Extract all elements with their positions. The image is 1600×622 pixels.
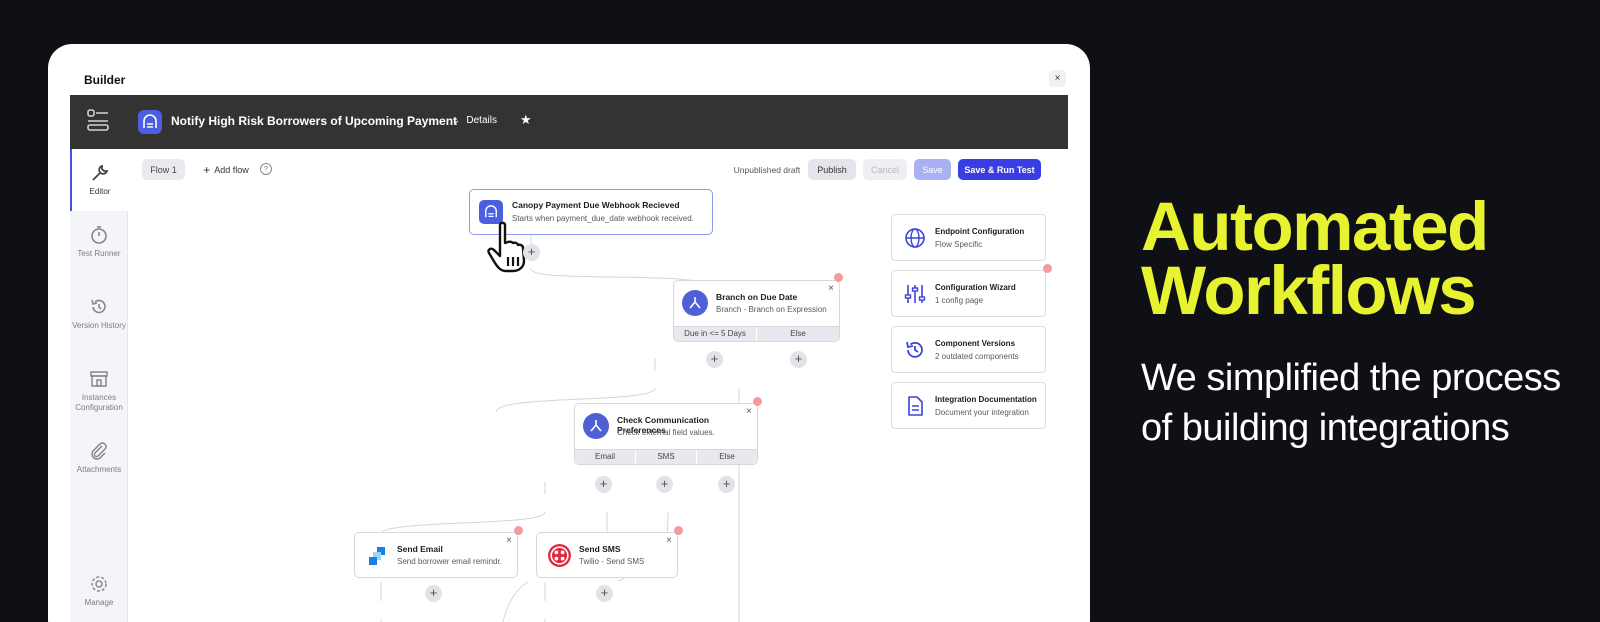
globe-icon bbox=[905, 228, 925, 248]
builder-title: Builder bbox=[84, 73, 126, 87]
node-subtitle: Check external field values. bbox=[617, 428, 715, 437]
sidebar-item-label: Manage bbox=[84, 598, 114, 607]
sidebar-item-label: Instances Configuration bbox=[75, 393, 123, 412]
integration-header: Notify High Risk Borrowers of Upcoming P… bbox=[70, 95, 1068, 149]
alert-dot bbox=[753, 397, 762, 406]
close-button[interactable]: × bbox=[1049, 70, 1066, 87]
close-icon[interactable]: × bbox=[828, 283, 834, 294]
branch-label[interactable]: SMS bbox=[636, 450, 697, 464]
node-subtitle: Starts when payment_due_date webhook rec… bbox=[512, 214, 694, 223]
send-sms-node[interactable]: Send SMS Twilio - Send SMS × bbox=[536, 532, 678, 578]
node-title: Canopy Payment Due Webhook Recieved bbox=[512, 200, 680, 210]
branch-node[interactable]: Branch on Due Date Branch - Branch on Ex… bbox=[673, 280, 840, 342]
alert-dot bbox=[1043, 264, 1052, 273]
add-step-button[interactable]: + bbox=[595, 476, 612, 493]
sidebar-item-manage[interactable]: Manage bbox=[70, 574, 128, 608]
star-icon[interactable]: ★ bbox=[520, 112, 532, 128]
storefront-icon bbox=[90, 371, 108, 387]
builder-modal: Builder × Notify High Risk Borrowers of … bbox=[70, 64, 1068, 622]
panel-title: Component Versions bbox=[935, 339, 1016, 348]
hero-title-line2: Workflows bbox=[1141, 252, 1477, 329]
panel-subtitle: Document your integration bbox=[935, 408, 1029, 417]
details-label: Details bbox=[466, 115, 497, 126]
email-app-icon bbox=[369, 547, 385, 565]
sidebar-item-version-history[interactable]: Version History bbox=[70, 297, 128, 331]
send-email-node[interactable]: Send Email Send borrower email remindr. … bbox=[354, 532, 518, 578]
panel-subtitle: 1 config page bbox=[935, 296, 984, 305]
alert-dot bbox=[514, 526, 523, 535]
branch-icon bbox=[682, 290, 708, 316]
panel-component-versions[interactable]: Component Versions 2 outdated components bbox=[891, 326, 1046, 373]
alert-dot bbox=[834, 273, 843, 282]
panel-title: Integration Documentation bbox=[935, 395, 1037, 404]
sidebar: Editor Test Runner Version History Insta… bbox=[70, 149, 128, 622]
panel-configuration-wizard[interactable]: Configuration Wizard 1 config page bbox=[891, 270, 1046, 317]
panel-subtitle: 2 outdated components bbox=[935, 352, 1019, 361]
sidebar-item-label: Version History bbox=[72, 321, 126, 330]
branch-label[interactable]: Due in <= 5 Days bbox=[674, 327, 757, 341]
panel-title: Configuration Wizard bbox=[935, 283, 1016, 292]
add-step-button[interactable]: + bbox=[790, 351, 807, 368]
branch-label[interactable]: Else bbox=[697, 450, 757, 464]
panel-endpoint-configuration[interactable]: Endpoint Configuration Flow Specific bbox=[891, 214, 1046, 261]
close-icon[interactable]: × bbox=[506, 535, 512, 546]
history-icon bbox=[906, 341, 923, 358]
wrench-icon bbox=[92, 164, 109, 181]
node-subtitle: Twilio - Send SMS bbox=[579, 557, 645, 566]
node-title: Send SMS bbox=[579, 544, 621, 554]
node-title: Send Email bbox=[397, 544, 443, 554]
sidebar-item-instances-configuration[interactable]: Instances Configuration bbox=[70, 369, 128, 413]
sidebar-item-label: Test Runner bbox=[77, 249, 121, 258]
add-step-button[interactable]: + bbox=[718, 476, 735, 493]
document-icon bbox=[908, 396, 923, 416]
node-title: Branch on Due Date bbox=[716, 292, 798, 302]
gear-icon bbox=[91, 576, 107, 592]
toggle-sidebar-icon[interactable] bbox=[86, 107, 110, 133]
node-subtitle: Branch - Branch on Expression bbox=[716, 305, 827, 314]
flow-canvas[interactable]: Flow 1 + Add flow ? Unpublished draft Pu… bbox=[128, 149, 1068, 622]
add-step-button[interactable]: + bbox=[596, 585, 613, 602]
history-icon bbox=[91, 299, 106, 314]
integration-logo-icon bbox=[138, 110, 162, 134]
add-step-button[interactable]: + bbox=[706, 351, 723, 368]
close-icon[interactable]: × bbox=[746, 406, 752, 417]
stopwatch-icon bbox=[91, 226, 107, 244]
alert-dot bbox=[674, 526, 683, 535]
sidebar-item-editor[interactable]: Editor bbox=[70, 149, 128, 211]
chevron-down-icon: ⌄ bbox=[452, 115, 461, 126]
sidebar-item-label: Attachments bbox=[76, 465, 122, 474]
paperclip-icon bbox=[91, 442, 107, 460]
node-subtitle: Send borrower email remindr. bbox=[397, 557, 502, 566]
details-dropdown[interactable]: ⌄ Details bbox=[452, 115, 497, 126]
hero: Automated Workflows We simplified the pr… bbox=[1141, 192, 1581, 453]
check-node[interactable]: Check Communication Preferences Check ex… bbox=[574, 403, 758, 465]
add-step-button[interactable]: + bbox=[425, 585, 442, 602]
branch-options: Email SMS Else bbox=[575, 449, 757, 464]
panel-title: Endpoint Configuration bbox=[935, 227, 1025, 236]
branch-label[interactable]: Email bbox=[575, 450, 636, 464]
close-icon[interactable]: × bbox=[666, 535, 672, 546]
panel-subtitle: Flow Specific bbox=[935, 240, 983, 249]
branch-options: Due in <= 5 Days Else bbox=[674, 326, 839, 341]
twilio-icon bbox=[548, 544, 571, 567]
panel-integration-documentation[interactable]: Integration Documentation Document your … bbox=[891, 382, 1046, 429]
branch-label[interactable]: Else bbox=[757, 327, 839, 341]
integration-title: Notify High Risk Borrowers of Upcoming P… bbox=[171, 114, 458, 128]
sidebar-item-test-runner[interactable]: Test Runner bbox=[70, 225, 128, 259]
add-step-button[interactable]: + bbox=[523, 244, 540, 261]
sidebar-item-attachments[interactable]: Attachments bbox=[70, 441, 128, 475]
hero-subtitle: We simplified the process of building in… bbox=[1141, 357, 1561, 449]
add-step-button[interactable]: + bbox=[656, 476, 673, 493]
sliders-icon bbox=[904, 285, 926, 303]
window-card: Builder × Notify High Risk Borrowers of … bbox=[48, 44, 1090, 622]
sidebar-item-label: Editor bbox=[89, 187, 111, 196]
branch-icon bbox=[583, 413, 609, 439]
hero-title: Automated Workflows bbox=[1141, 192, 1581, 325]
